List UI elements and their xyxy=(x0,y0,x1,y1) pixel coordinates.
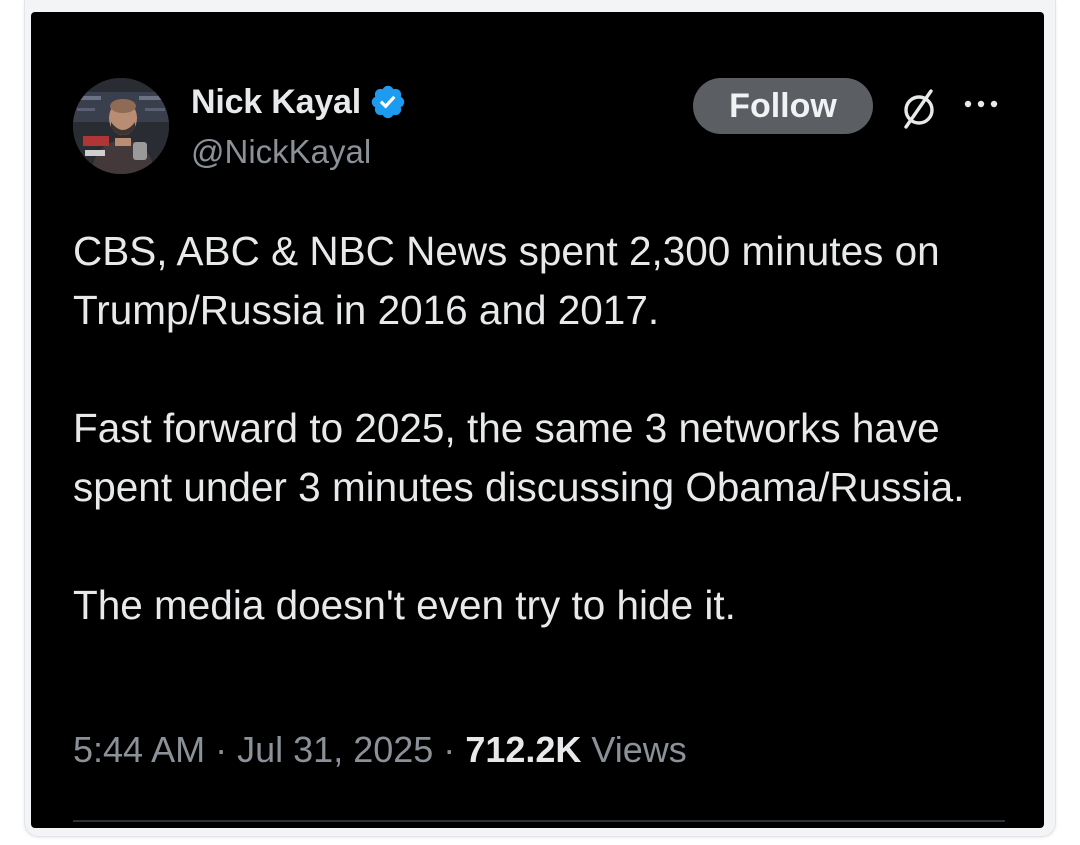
tweet-time[interactable]: 5:44 AM xyxy=(73,729,205,770)
avatar[interactable] xyxy=(73,78,169,174)
tweet-paragraph: CBS, ABC & NBC News spent 2,300 minutes … xyxy=(73,228,940,333)
verified-badge-icon xyxy=(371,85,405,119)
author-handle[interactable]: @NickKayal xyxy=(191,133,371,171)
tweet-meta: 5:44 AM · Jul 31, 2025 · 712.2K Views xyxy=(73,728,687,772)
display-name[interactable]: Nick Kayal xyxy=(191,83,361,122)
tweet-paragraph: The media doesn't even try to hide it. xyxy=(73,582,736,628)
author-name-row: Nick Kayal xyxy=(191,82,407,122)
tweet-paragraph: Fast forward to 2025, the same 3 network… xyxy=(73,405,965,510)
tweet-text: CBS, ABC & NBC News spent 2,300 minutes … xyxy=(73,222,1013,635)
profile-photo-icon xyxy=(73,78,169,174)
meta-separator: · xyxy=(215,729,228,770)
tweet-card: Nick Kayal @NickKayal Follow CBS, ABC & … xyxy=(31,12,1044,828)
views-count: 712.2K xyxy=(465,729,582,770)
more-horizontal-icon[interactable] xyxy=(961,97,1001,111)
views-label: Views xyxy=(591,729,687,770)
tweet-date[interactable]: Jul 31, 2025 xyxy=(237,729,433,770)
grok-icon[interactable] xyxy=(897,86,941,130)
follow-button[interactable]: Follow xyxy=(693,78,873,134)
meta-separator: · xyxy=(443,729,456,770)
divider xyxy=(73,820,1005,822)
